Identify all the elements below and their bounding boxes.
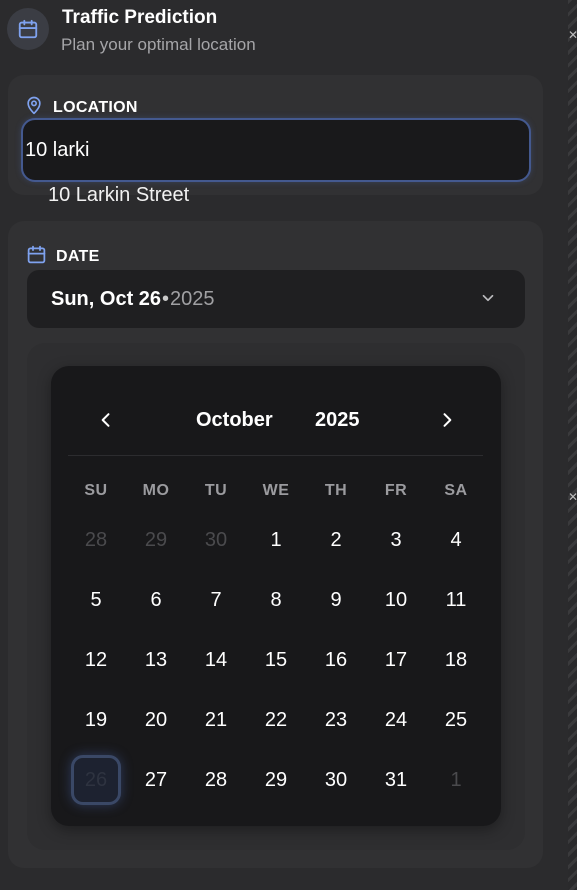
weekday-label: SU	[84, 482, 108, 499]
weekday-label: MO	[142, 482, 170, 499]
calendar-divider	[68, 455, 483, 456]
calendar-day-selected[interactable]: 26	[71, 755, 121, 805]
map-pin-icon	[24, 95, 44, 120]
calendar-day[interactable]: 1	[251, 515, 301, 565]
weekday-label: WE	[262, 482, 290, 499]
calendar-day[interactable]: 20	[131, 695, 181, 745]
weekday-label: TU	[204, 482, 228, 499]
calendar-day[interactable]: 25	[431, 695, 481, 745]
calendar-day[interactable]: 18	[431, 635, 481, 685]
calendar-day[interactable]: 21	[191, 695, 241, 745]
calendar-day[interactable]: 3	[371, 515, 421, 565]
calendar-icon	[26, 244, 47, 270]
next-month-button[interactable]	[437, 410, 457, 430]
calendar-day[interactable]: 24	[371, 695, 421, 745]
calendar-day[interactable]: 2	[311, 515, 361, 565]
chevron-down-icon	[479, 289, 497, 312]
weekday-label: SA	[444, 482, 468, 499]
date-section-label: DATE	[26, 244, 100, 270]
calendar-day[interactable]: 16	[311, 635, 361, 685]
date-select[interactable]: Sun, Oct 26 • 2025	[27, 270, 525, 328]
prev-month-button[interactable]	[96, 410, 116, 430]
calendar-day[interactable]: 13	[131, 635, 181, 685]
edge-mark: ✕	[568, 490, 577, 504]
location-input[interactable]	[23, 120, 529, 180]
calendar-day[interactable]: 28	[191, 755, 241, 805]
calendar-day[interactable]: 15	[251, 635, 301, 685]
calendar-day[interactable]: 23	[311, 695, 361, 745]
chevron-left-icon	[101, 413, 110, 427]
location-section-label: LOCATION	[24, 95, 138, 120]
calendar-day[interactable]: 8	[251, 575, 301, 625]
calendar-day[interactable]: 9	[311, 575, 361, 625]
calendar-day[interactable]: 1	[431, 755, 481, 805]
date-label: DATE	[56, 248, 100, 265]
calendar-day[interactable]: 29	[131, 515, 181, 565]
calendar-day[interactable]: 29	[251, 755, 301, 805]
weekday-label: TH	[324, 482, 348, 499]
calendar-day[interactable]: 11	[431, 575, 481, 625]
calendar-day[interactable]: 27	[131, 755, 181, 805]
calendar-month[interactable]: October	[196, 409, 273, 432]
app-title: Traffic Prediction	[62, 7, 218, 28]
date-separator: •	[162, 287, 170, 310]
calendar-day[interactable]: 14	[191, 635, 241, 685]
calendar-day[interactable]: 6	[131, 575, 181, 625]
calendar-day[interactable]: 7	[191, 575, 241, 625]
calendar-day[interactable]: 17	[371, 635, 421, 685]
location-label: LOCATION	[53, 98, 138, 116]
edge-mark: ✕	[568, 28, 577, 42]
header-calendar-icon	[7, 8, 49, 50]
calendar-day[interactable]: 4	[431, 515, 481, 565]
date-selected-year: 2025	[170, 287, 215, 310]
calendar-year[interactable]: 2025	[315, 409, 360, 432]
calendar-day[interactable]: 22	[251, 695, 301, 745]
calendar-day[interactable]: 19	[71, 695, 121, 745]
calendar-day[interactable]: 10	[371, 575, 421, 625]
location-suggestion[interactable]: 10 Larkin Street	[48, 184, 189, 207]
weekday-label: FR	[384, 482, 408, 499]
calendar-day[interactable]: 5	[71, 575, 121, 625]
calendar-day[interactable]: 30	[191, 515, 241, 565]
calendar-day[interactable]: 12	[71, 635, 121, 685]
window-edge	[568, 0, 577, 890]
calendar-day[interactable]: 31	[371, 755, 421, 805]
date-selected-text: Sun, Oct 26	[51, 287, 162, 310]
app-subtitle: Plan your optimal location	[61, 35, 256, 54]
calendar-day[interactable]: 30	[311, 755, 361, 805]
chevron-right-icon	[443, 413, 452, 427]
location-input-wrapper	[21, 118, 531, 182]
calendar-day[interactable]: 28	[71, 515, 121, 565]
